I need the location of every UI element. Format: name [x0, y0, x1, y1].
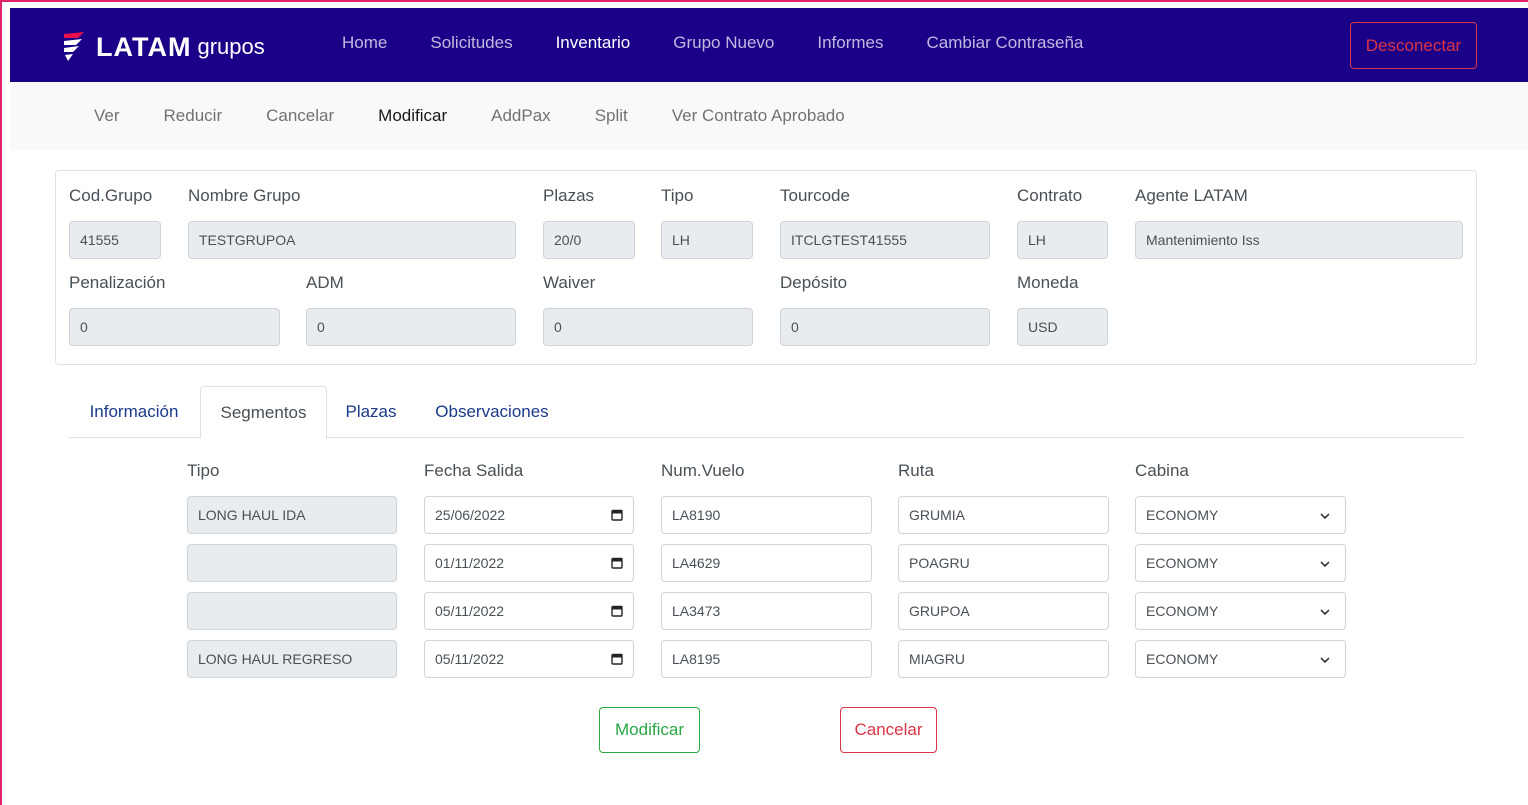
segment-date-value: 05/11/2022	[435, 603, 505, 619]
chevron-down-icon	[1320, 657, 1330, 664]
latam-logo-icon	[64, 32, 84, 61]
adm-label: ADM	[306, 273, 344, 292]
plazas-field: 20/0	[543, 221, 635, 259]
segment-cabin-select[interactable]: ECONOMY	[1135, 592, 1346, 630]
tourcode-label: Tourcode	[780, 186, 850, 205]
logout-button[interactable]: Desconectar	[1350, 22, 1477, 69]
cancelar-button[interactable]: Cancelar	[840, 707, 937, 753]
segment-flight-input[interactable]: LA3473	[661, 592, 872, 630]
contrato-field: LH	[1017, 221, 1108, 259]
tab-plazas[interactable]: Plazas	[327, 386, 415, 438]
segment-tipo-field	[187, 544, 397, 582]
subnav-reducir[interactable]: Reducir	[164, 106, 223, 126]
calendar-icon[interactable]	[611, 557, 623, 569]
sub-nav: Ver Reducir Cancelar Modificar AddPax Sp…	[94, 106, 889, 126]
segment-date-input[interactable]: 05/11/2022	[424, 592, 634, 630]
segment-flight-input[interactable]: LA4629	[661, 544, 872, 582]
segment-header-vuelo: Num.Vuelo	[661, 461, 745, 480]
segment-header-fecha: Fecha Salida	[424, 461, 524, 480]
subnav-split[interactable]: Split	[595, 106, 628, 126]
segment-cabin-select[interactable]: ECONOMY	[1135, 640, 1346, 678]
waiver-label: Waiver	[543, 273, 596, 292]
nav-solicitudes[interactable]: Solicitudes	[430, 33, 512, 53]
brand-logo[interactable]: LATAM grupos	[62, 30, 265, 64]
segment-header-ruta: Ruta	[898, 461, 934, 480]
segment-route-input[interactable]: GRUPOA	[898, 592, 1109, 630]
detail-tabs: Información Segmentos Plazas Observacion…	[68, 386, 1464, 439]
segment-tipo-field: LONG HAUL REGRESO	[187, 640, 397, 678]
tipo-label: Tipo	[661, 186, 694, 205]
tab-observaciones[interactable]: Observaciones	[415, 386, 569, 438]
nav-home[interactable]: Home	[342, 33, 387, 53]
segment-date-value: 25/06/2022	[435, 507, 506, 523]
segment-header-tipo: Tipo	[187, 461, 220, 480]
subnav-modificar[interactable]: Modificar	[378, 106, 447, 126]
subnav-addpax[interactable]: AddPax	[491, 106, 551, 126]
penalizacion-label: Penalización	[69, 273, 166, 292]
contrato-label: Contrato	[1017, 186, 1083, 205]
nombre-grupo-field: TESTGRUPOA	[188, 221, 516, 259]
plazas-label: Plazas	[543, 186, 595, 205]
chevron-down-icon	[1320, 609, 1330, 616]
waiver-field: 0	[543, 308, 753, 346]
segment-header-cabina: Cabina	[1135, 461, 1189, 480]
nav-cambiar-contrasena[interactable]: Cambiar Contraseña	[927, 33, 1084, 53]
nav-grupo-nuevo[interactable]: Grupo Nuevo	[673, 33, 774, 53]
chevron-down-icon	[1320, 513, 1330, 520]
segment-cabin-select[interactable]: ECONOMY	[1135, 544, 1346, 582]
agente-field: Mantenimiento Iss	[1135, 221, 1463, 259]
segment-route-input[interactable]: MIAGRU	[898, 640, 1109, 678]
segment-date-value: 05/11/2022	[435, 651, 505, 667]
moneda-field: USD	[1017, 308, 1108, 346]
brand-grupos-text: grupos	[197, 34, 265, 59]
chevron-down-icon	[1320, 561, 1330, 568]
segment-cabin-select[interactable]: ECONOMY	[1135, 496, 1346, 534]
calendar-icon[interactable]	[611, 605, 623, 617]
segment-cabin-value: ECONOMY	[1146, 603, 1219, 619]
segment-tipo-field	[187, 592, 397, 630]
segment-flight-input[interactable]: LA8190	[661, 496, 872, 534]
deposito-label: Depósito	[780, 273, 848, 292]
calendar-icon[interactable]	[611, 509, 623, 521]
penalizacion-field: 0	[69, 308, 280, 346]
cod-grupo-label: Cod.Grupo	[69, 186, 153, 205]
tourcode-field: ITCLGTEST41555	[780, 221, 990, 259]
nav-inventario[interactable]: Inventario	[556, 33, 631, 53]
segment-tipo-field: LONG HAUL IDA	[187, 496, 397, 534]
modificar-button[interactable]: Modificar	[599, 707, 700, 753]
sub-navbar: Ver Reducir Cancelar Modificar AddPax Sp…	[10, 82, 1528, 150]
app-frame: LATAM grupos Home Solicitudes Inventario…	[0, 0, 1528, 805]
agente-label: Agente LATAM	[1135, 186, 1248, 205]
segment-date-value: 01/11/2022	[435, 555, 505, 571]
segment-flight-input[interactable]: LA8195	[661, 640, 872, 678]
segment-cabin-value: ECONOMY	[1146, 507, 1219, 523]
segment-date-input[interactable]: 05/11/2022	[424, 640, 634, 678]
cod-grupo-field: 41555	[69, 221, 161, 259]
subnav-ver-contrato[interactable]: Ver Contrato Aprobado	[672, 106, 845, 126]
tipo-field: LH	[661, 221, 753, 259]
main-nav: Home Solicitudes Inventario Grupo Nuevo …	[342, 33, 1126, 53]
subnav-cancelar[interactable]: Cancelar	[266, 106, 334, 126]
adm-field: 0	[306, 308, 516, 346]
tab-segmentos[interactable]: Segmentos	[200, 386, 327, 439]
tab-informacion[interactable]: Información	[68, 386, 200, 438]
segment-route-input[interactable]: GRUMIA	[898, 496, 1109, 534]
brand-latam-text: LATAM	[96, 31, 192, 62]
segment-route-input[interactable]: POAGRU	[898, 544, 1109, 582]
segment-date-input[interactable]: 01/11/2022	[424, 544, 634, 582]
segment-cabin-value: ECONOMY	[1146, 555, 1219, 571]
segment-cabin-value: ECONOMY	[1146, 651, 1219, 667]
top-navbar: LATAM grupos Home Solicitudes Inventario…	[10, 8, 1528, 82]
deposito-field: 0	[780, 308, 990, 346]
calendar-icon[interactable]	[611, 653, 623, 665]
nav-informes[interactable]: Informes	[817, 33, 883, 53]
nombre-grupo-label: Nombre Grupo	[188, 186, 301, 205]
subnav-ver[interactable]: Ver	[94, 106, 120, 126]
moneda-label: Moneda	[1017, 273, 1079, 292]
segment-date-input[interactable]: 25/06/2022	[424, 496, 634, 534]
